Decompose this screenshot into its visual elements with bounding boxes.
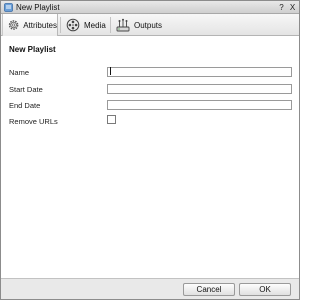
new-playlist-dialog: New Playlist ? X Attributes Media Output…	[0, 0, 300, 300]
help-button[interactable]: ?	[277, 2, 286, 13]
tab-attributes[interactable]: Attributes	[2, 14, 58, 36]
tab-outputs-label: Outputs	[134, 20, 163, 30]
name-label: Name	[9, 68, 30, 77]
tab-divider	[110, 17, 111, 33]
cancel-button[interactable]: Cancel	[183, 283, 235, 296]
close-button[interactable]: X	[288, 2, 297, 13]
attributes-panel: New Playlist Name Start Date End Date Re…	[1, 37, 299, 278]
tab-media-label: Media	[84, 20, 106, 30]
form-heading: New Playlist	[9, 45, 56, 54]
end-date-label: End Date	[9, 101, 41, 110]
tab-media[interactable]: Media	[63, 14, 109, 36]
end-date-field[interactable]	[107, 100, 292, 110]
remove-urls-label: Remove URLs	[9, 117, 58, 126]
gear-icon	[8, 20, 19, 30]
title-bar[interactable]: New Playlist ? X	[1, 1, 299, 14]
tab-divider	[60, 17, 61, 33]
name-field[interactable]	[107, 67, 292, 77]
ok-button[interactable]: OK	[239, 283, 291, 296]
start-date-field[interactable]	[107, 84, 292, 94]
tab-bar: Attributes Media Outputs	[1, 14, 299, 36]
window-title: New Playlist	[16, 3, 60, 12]
film-reel-icon	[66, 18, 80, 32]
playlist-icon	[4, 3, 13, 12]
button-bar: Cancel OK	[1, 278, 299, 299]
start-date-label: Start Date	[9, 85, 43, 94]
tab-attributes-label: Attributes	[23, 20, 57, 30]
text-cursor	[110, 67, 111, 75]
network-outputs-icon	[116, 18, 130, 32]
tab-outputs[interactable]: Outputs	[113, 14, 173, 36]
remove-urls-checkbox[interactable]	[107, 115, 116, 124]
